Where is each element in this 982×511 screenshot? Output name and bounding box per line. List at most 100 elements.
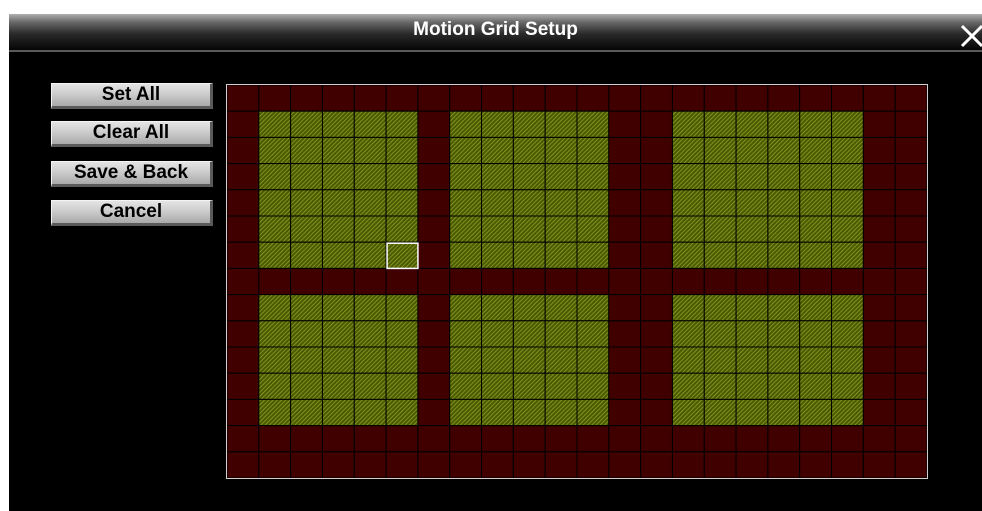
grid-cell-inactive[interactable] [831, 267, 864, 296]
grid-cell-inactive[interactable] [417, 241, 451, 269]
grid-cell-inactive[interactable] [449, 85, 483, 112]
grid-cell-active[interactable] [831, 346, 864, 374]
save-back-button[interactable]: Save & Back [51, 161, 213, 187]
grid-cell-active[interactable] [544, 136, 578, 165]
grid-cell-inactive[interactable] [417, 425, 451, 453]
grid-cell-inactive[interactable] [353, 267, 387, 296]
grid-cell-active[interactable] [703, 320, 737, 348]
grid-cell-active[interactable] [767, 320, 801, 348]
grid-cell-active[interactable] [799, 372, 833, 400]
grid-cell-inactive[interactable] [862, 136, 896, 165]
grid-cell-inactive[interactable] [640, 267, 673, 296]
grid-cell-active[interactable] [767, 398, 801, 427]
grid-cell-active[interactable] [576, 320, 610, 348]
grid-cell-inactive[interactable] [417, 267, 451, 296]
grid-cell-inactive[interactable] [417, 189, 451, 217]
grid-cell-active[interactable] [767, 372, 801, 400]
grid-cell-active[interactable] [512, 320, 546, 348]
grid-cell-active[interactable] [831, 320, 864, 348]
grid-cell-inactive[interactable] [258, 267, 292, 296]
grid-cell-inactive[interactable] [417, 136, 451, 165]
grid-cell-active[interactable] [353, 163, 387, 191]
grid-cell-active[interactable] [735, 163, 769, 191]
grid-cell-inactive[interactable] [894, 215, 927, 243]
grid-cell-active[interactable] [544, 372, 578, 400]
grid-cell-inactive[interactable] [227, 163, 260, 191]
grid-cell-active[interactable] [671, 241, 705, 269]
grid-cell-inactive[interactable] [385, 451, 419, 478]
grid-cell-inactive[interactable] [671, 267, 705, 296]
grid-cell-inactive[interactable] [831, 451, 864, 478]
grid-cell-inactive[interactable] [640, 451, 673, 478]
grid-cell-active[interactable] [258, 320, 292, 348]
grid-cell-inactive[interactable] [481, 85, 514, 112]
grid-cell-active[interactable] [258, 215, 292, 243]
grid-cell-active[interactable] [321, 320, 355, 348]
grid-cell-inactive[interactable] [417, 346, 451, 374]
grid-cell-active[interactable] [671, 136, 705, 165]
grid-cell-inactive[interactable] [417, 163, 451, 191]
grid-cell-active[interactable] [735, 215, 769, 243]
grid-cell-inactive[interactable] [321, 85, 355, 112]
grid-cell-active[interactable] [290, 215, 323, 243]
grid-cell-active[interactable] [353, 241, 387, 269]
grid-cell-active[interactable] [576, 398, 610, 427]
grid-cell-active[interactable] [703, 110, 737, 138]
grid-cell-inactive[interactable] [227, 320, 260, 348]
grid-cell-inactive[interactable] [227, 294, 260, 322]
grid-cell-active[interactable] [799, 346, 833, 374]
grid-cell-active[interactable] [703, 372, 737, 400]
grid-cell-active[interactable] [321, 372, 355, 400]
grid-cell-active[interactable] [512, 398, 546, 427]
grid-cell-inactive[interactable] [608, 189, 642, 217]
grid-cell-active[interactable] [799, 215, 833, 243]
grid-cell-active[interactable] [576, 346, 610, 374]
grid-cell-active[interactable] [512, 136, 546, 165]
grid-cell-inactive[interactable] [481, 425, 514, 453]
grid-cell-active[interactable] [290, 398, 323, 427]
grid-cell-inactive[interactable] [608, 85, 642, 112]
grid-cell-active[interactable] [735, 136, 769, 165]
grid-cell-inactive[interactable] [862, 425, 896, 453]
grid-cell-inactive[interactable] [608, 136, 642, 165]
grid-cell-active[interactable] [258, 189, 292, 217]
grid-cell-inactive[interactable] [671, 85, 705, 112]
grid-cell-inactive[interactable] [703, 451, 737, 478]
grid-cell-active[interactable] [703, 294, 737, 322]
grid-cell-active[interactable] [385, 163, 419, 191]
grid-cell-inactive[interactable] [481, 267, 514, 296]
grid-cell-inactive[interactable] [862, 215, 896, 243]
grid-cell-inactive[interactable] [353, 85, 387, 112]
grid-cell-active[interactable] [258, 346, 292, 374]
grid-cell-active[interactable] [353, 294, 387, 322]
grid-cell-inactive[interactable] [831, 85, 864, 112]
grid-cell-active[interactable] [449, 320, 483, 348]
grid-cell-active[interactable] [767, 189, 801, 217]
motion-grid[interactable] [226, 84, 928, 479]
grid-cell-active[interactable] [512, 241, 546, 269]
grid-cell-active[interactable] [703, 346, 737, 374]
grid-cell-inactive[interactable] [608, 241, 642, 269]
grid-cell-inactive[interactable] [512, 451, 546, 478]
grid-cell-active[interactable] [321, 346, 355, 374]
grid-cell-active[interactable] [449, 346, 483, 374]
grid-cell-active[interactable] [512, 163, 546, 191]
grid-cell-active[interactable] [481, 294, 514, 322]
grid-cell-active[interactable] [449, 110, 483, 138]
grid-cell-active[interactable] [671, 398, 705, 427]
grid-cell-active[interactable] [799, 189, 833, 217]
grid-cell-active[interactable] [544, 215, 578, 243]
grid-cell-active[interactable] [353, 398, 387, 427]
grid-cell-inactive[interactable] [449, 267, 483, 296]
grid-cell-inactive[interactable] [703, 85, 737, 112]
grid-cell-active[interactable] [831, 189, 864, 217]
grid-cell-inactive[interactable] [862, 320, 896, 348]
grid-cell-inactive[interactable] [894, 346, 927, 374]
grid-cell-active[interactable] [576, 215, 610, 243]
grid-cell-active[interactable] [703, 189, 737, 217]
grid-cell-inactive[interactable] [862, 110, 896, 138]
grid-cell-inactive[interactable] [640, 398, 673, 427]
grid-cell-active[interactable] [449, 163, 483, 191]
grid-cell-inactive[interactable] [258, 85, 292, 112]
grid-cell-inactive[interactable] [640, 372, 673, 400]
